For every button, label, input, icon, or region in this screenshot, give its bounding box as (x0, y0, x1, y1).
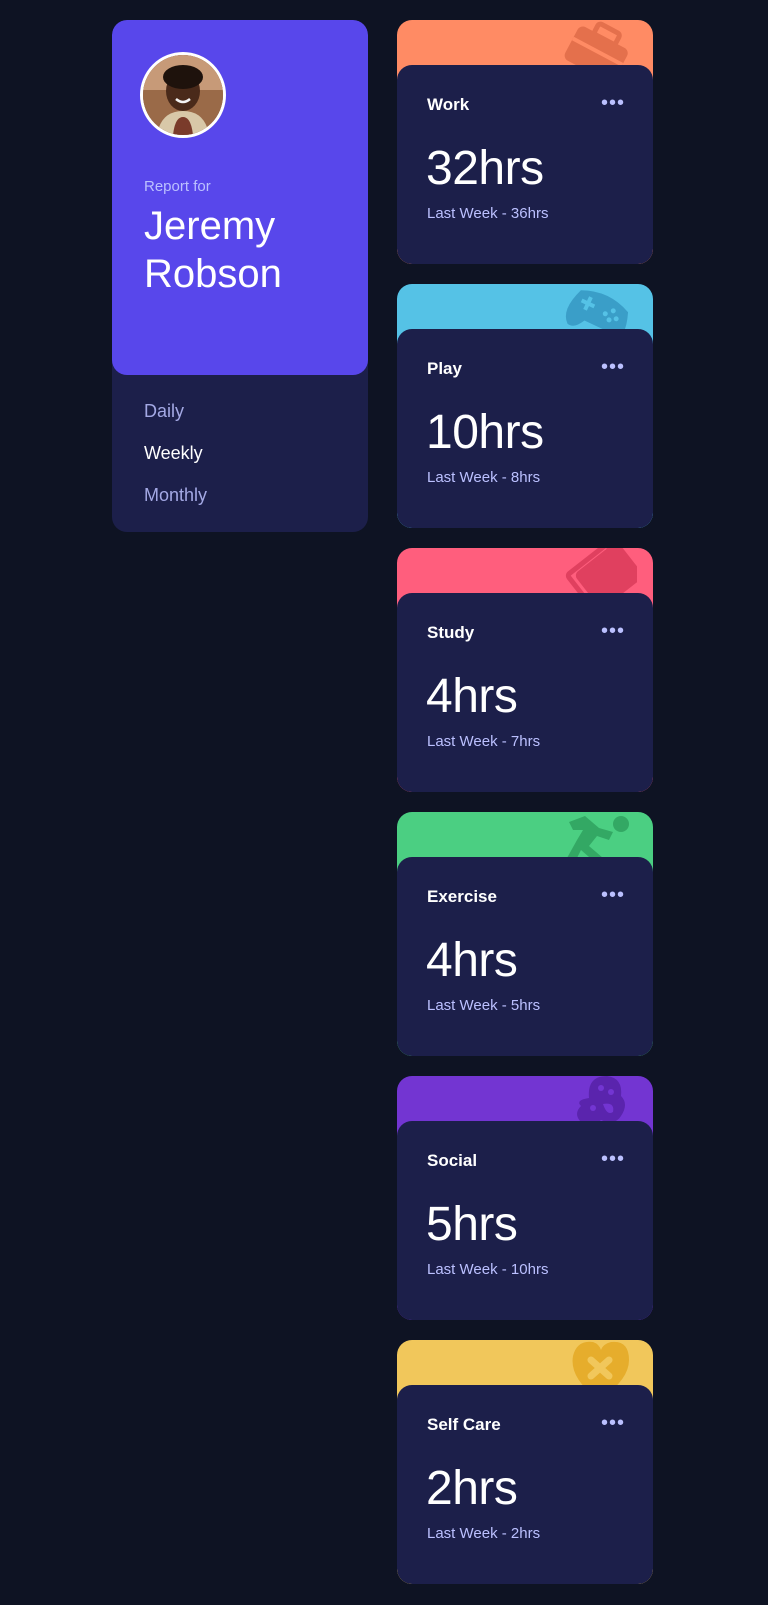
user-last-name: Robson (144, 252, 282, 296)
card-body[interactable]: Play ••• 10hrs Last Week - 8hrs (397, 329, 653, 528)
report-label: Report for (144, 178, 211, 195)
ellipsis-menu-icon[interactable]: ••• (601, 357, 625, 377)
current-hours: 5hrs (426, 1198, 518, 1251)
current-hours: 4hrs (426, 670, 518, 723)
activity-card-work: Work ••• 32hrs Last Week - 36hrs (397, 20, 653, 264)
previous-hours: Last Week - 10hrs (427, 1261, 549, 1278)
period-weekly[interactable]: Weekly (144, 442, 207, 484)
previous-hours: Last Week - 2hrs (427, 1525, 541, 1542)
card-body[interactable]: Social ••• 5hrs Last Week - 10hrs (397, 1121, 653, 1320)
ellipsis-menu-icon[interactable]: ••• (601, 93, 625, 113)
card-body[interactable]: Work ••• 32hrs Last Week - 36hrs (397, 65, 653, 264)
ellipsis-menu-icon[interactable]: ••• (601, 621, 625, 641)
previous-hours: Last Week - 5hrs (427, 997, 541, 1014)
current-hours: 2hrs (426, 1462, 518, 1515)
card-title: Self Care (427, 1415, 501, 1434)
activity-card-exercise: Exercise ••• 4hrs Last Week - 5hrs (397, 812, 653, 1056)
activity-card-social: Social ••• 5hrs Last Week - 10hrs (397, 1076, 653, 1320)
card-title: Exercise (427, 887, 497, 906)
user-first-name: Jeremy (144, 204, 276, 248)
card-title: Work (427, 95, 470, 114)
card-body[interactable]: Exercise ••• 4hrs Last Week - 5hrs (397, 857, 653, 1056)
avatar (140, 52, 226, 138)
user-name: Jeremy Robson (144, 202, 282, 298)
card-body[interactable]: Self Care ••• 2hrs Last Week - 2hrs (397, 1385, 653, 1584)
profile-header: Report for Jeremy Robson (112, 20, 368, 375)
period-daily[interactable]: Daily (144, 400, 207, 442)
activity-card-study: Study ••• 4hrs Last Week - 7hrs (397, 548, 653, 792)
activity-card-play: Play ••• 10hrs Last Week - 8hrs (397, 284, 653, 528)
previous-hours: Last Week - 36hrs (427, 205, 549, 222)
previous-hours: Last Week - 8hrs (427, 469, 541, 486)
ellipsis-menu-icon[interactable]: ••• (601, 885, 625, 905)
card-title: Study (427, 623, 475, 642)
period-monthly[interactable]: Monthly (144, 484, 207, 526)
ellipsis-menu-icon[interactable]: ••• (601, 1413, 625, 1433)
card-title: Play (427, 359, 462, 378)
period-selector: Daily Weekly Monthly (144, 400, 207, 526)
previous-hours: Last Week - 7hrs (427, 733, 541, 750)
card-body[interactable]: Study ••• 4hrs Last Week - 7hrs (397, 593, 653, 792)
current-hours: 32hrs (426, 142, 544, 195)
card-title: Social (427, 1151, 478, 1170)
current-hours: 10hrs (426, 406, 544, 459)
activity-card-self-care: Self Care ••• 2hrs Last Week - 2hrs (397, 1340, 653, 1584)
ellipsis-menu-icon[interactable]: ••• (601, 1149, 625, 1169)
current-hours: 4hrs (426, 934, 518, 987)
profile-card: Report for Jeremy Robson Daily Weekly Mo… (112, 20, 368, 532)
